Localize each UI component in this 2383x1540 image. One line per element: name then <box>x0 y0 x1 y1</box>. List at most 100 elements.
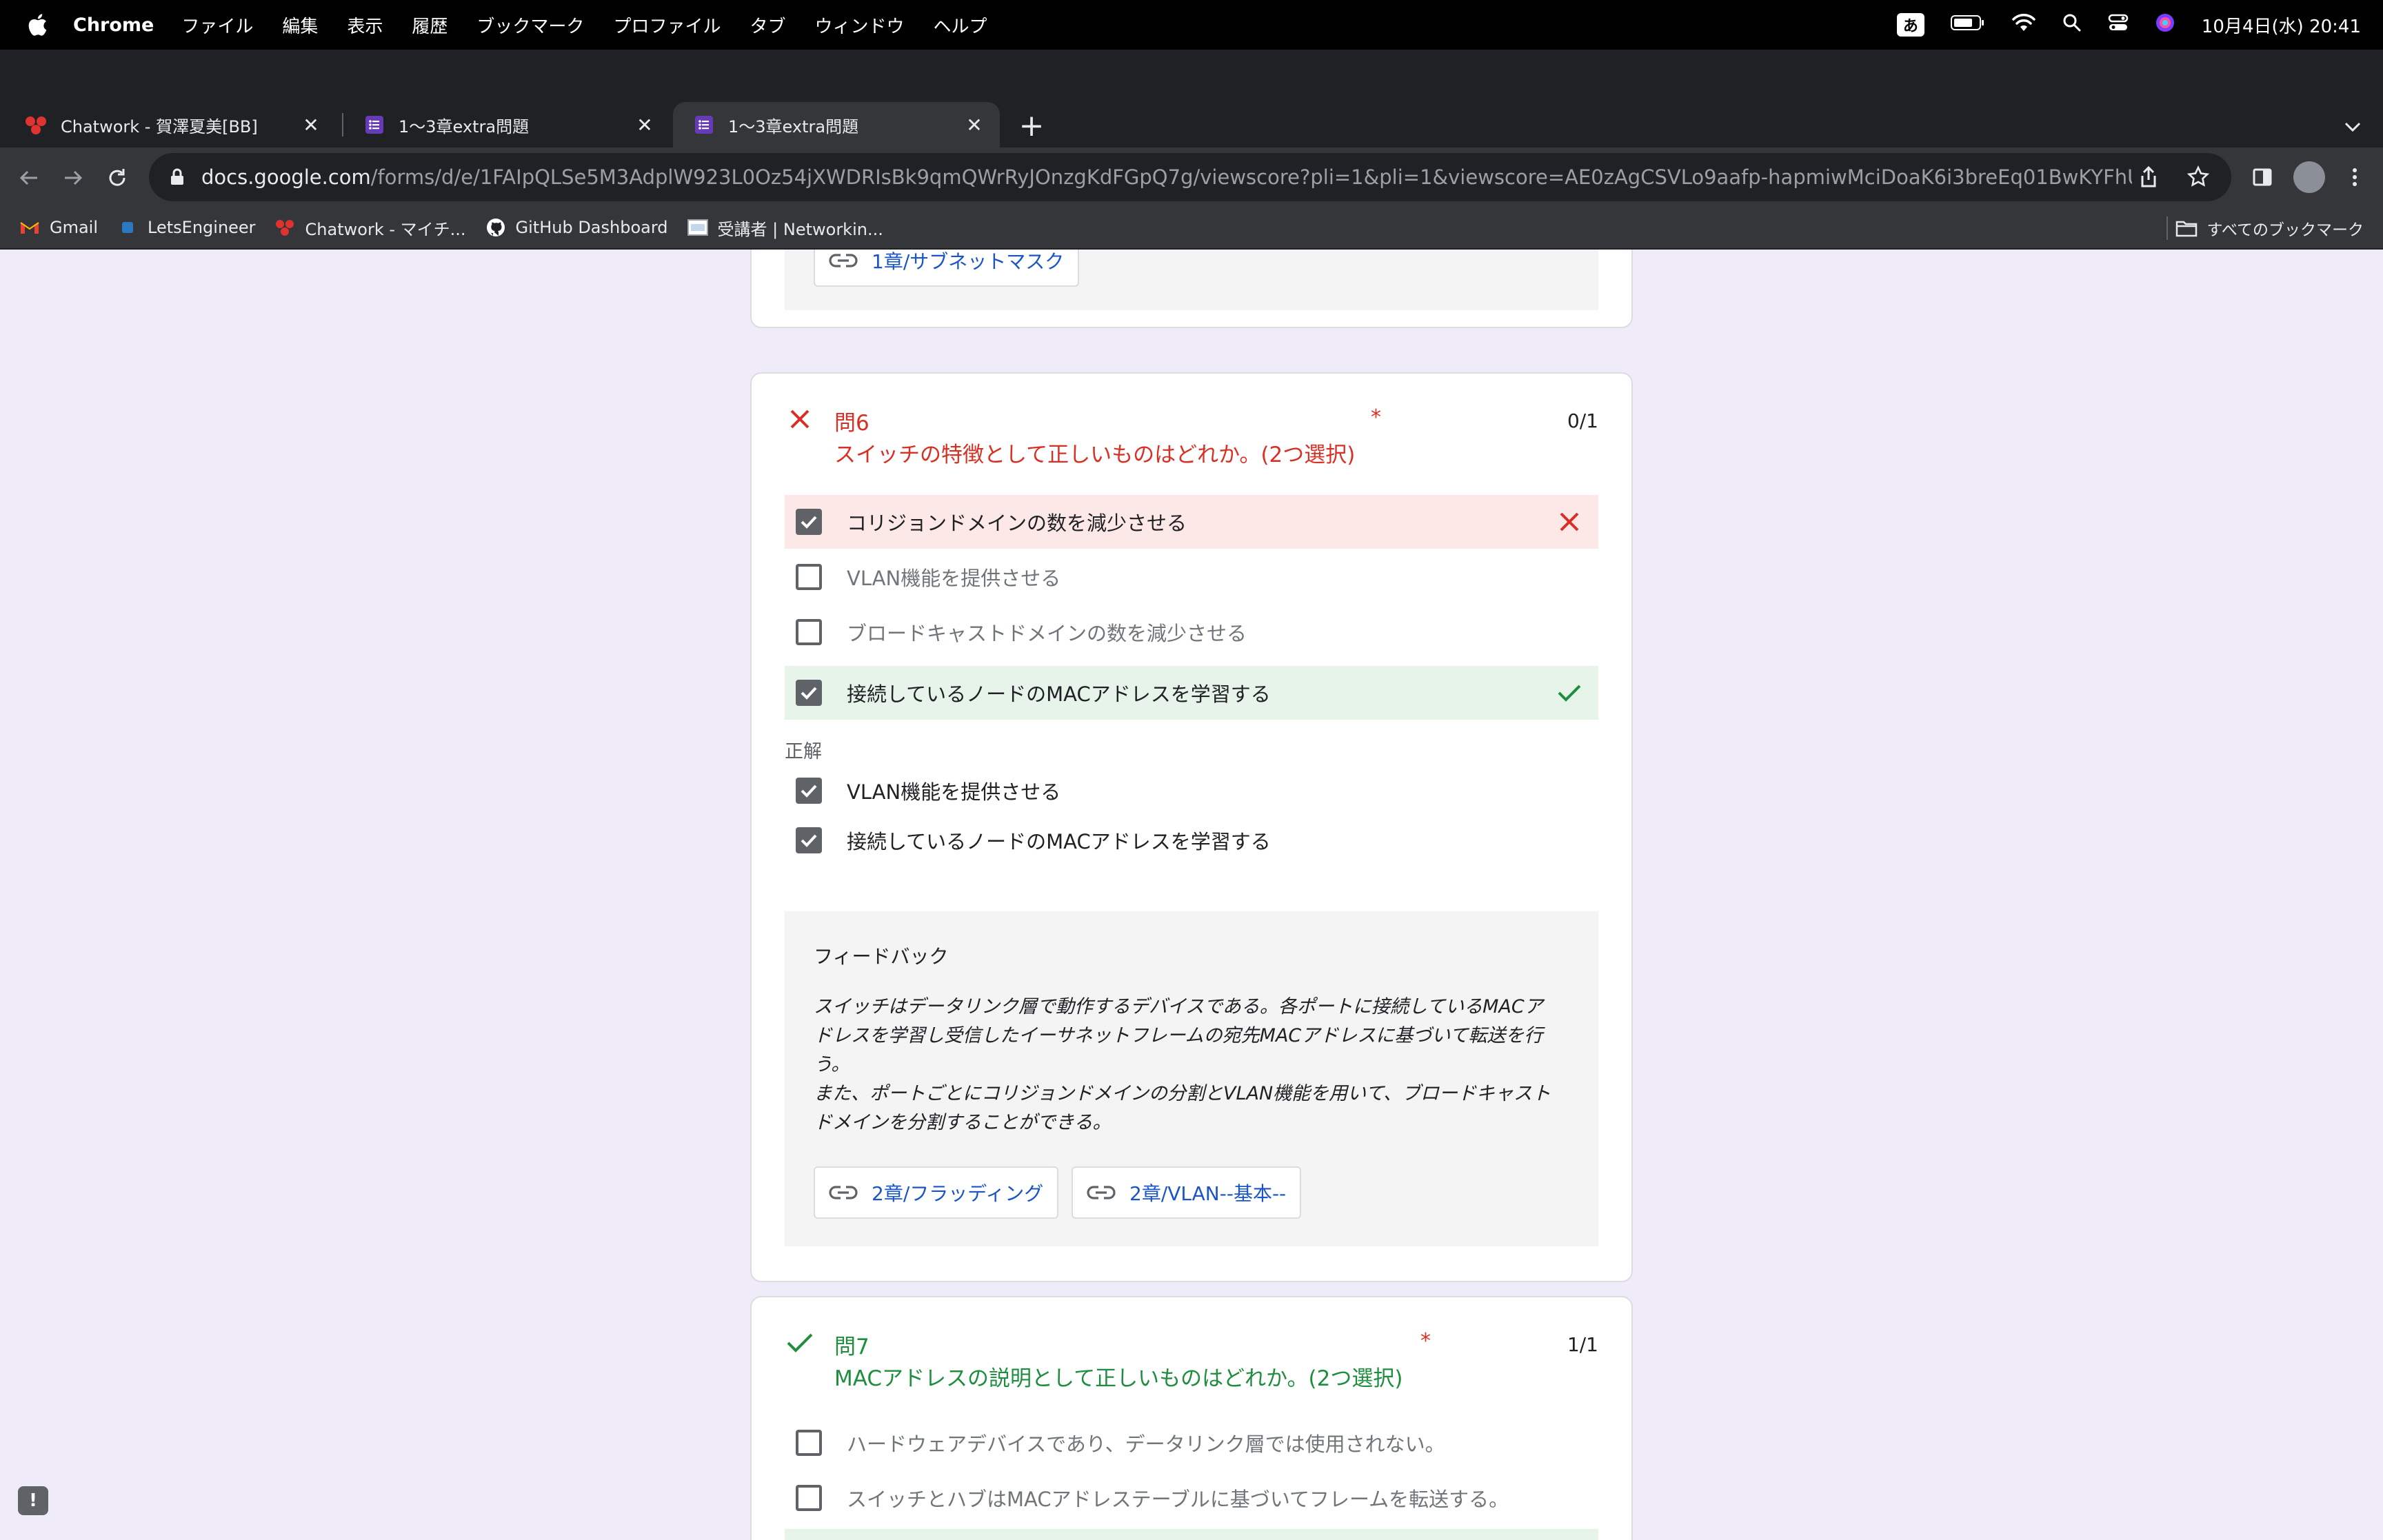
bookmarks-bar: Gmail LetsEngineer Chatwork - マイチ... Git… <box>0 207 2383 250</box>
close-icon[interactable]: ✕ <box>963 113 986 136</box>
bookmark-label: Gmail <box>50 218 99 237</box>
tab-forms-1[interactable]: 1〜3章extra問題 ✕ <box>343 102 670 148</box>
report-problem-icon[interactable]: ! <box>18 1486 48 1515</box>
checkbox-unchecked[interactable] <box>796 1485 822 1511</box>
bookmark-github[interactable]: GitHub Dashboard <box>485 217 668 238</box>
folder-icon <box>2175 219 2198 237</box>
wifi-icon[interactable] <box>2011 13 2036 37</box>
close-icon[interactable]: ✕ <box>299 113 323 136</box>
checkbox-checked <box>796 778 822 804</box>
feedback-link-chip[interactable]: 2章/VLAN--基本-- <box>1072 1166 1302 1219</box>
github-icon <box>485 217 506 238</box>
checkbox-unchecked[interactable] <box>796 1430 822 1456</box>
option-row[interactable]: ハードウェアデバイスであり、データリンク層では使用されない。 <box>785 1416 1598 1470</box>
google-forms-icon <box>363 113 386 136</box>
battery-icon[interactable] <box>1950 14 1985 36</box>
option-row[interactable]: ブロードキャストドメインの数を減少させる <box>785 605 1598 659</box>
link-label: 1章/サブネットマスク <box>872 250 1065 273</box>
menu-profile[interactable]: プロファイル <box>613 12 721 38</box>
bookmark-networking[interactable]: 受講者 | Networkin... <box>687 216 883 240</box>
question-score: 0/1 <box>1567 409 1598 432</box>
question-score: 1/1 <box>1567 1333 1598 1356</box>
menu-window[interactable]: ウィンドウ <box>814 12 904 38</box>
correct-answer-label: VLAN機能を提供させる <box>847 780 1061 804</box>
correct-answer-label: 接続しているノードのMACアドレスを学習する <box>847 830 1271 853</box>
address-bar[interactable]: docs.google.com/forms/d/e/1FAIpQLSe5M3Ad… <box>149 153 2231 201</box>
reload-icon[interactable] <box>102 163 132 193</box>
option-label: 接続しているノードのMACアドレスを学習する <box>847 682 1271 706</box>
bookmark-letsengineer[interactable]: LetsEngineer <box>117 217 256 238</box>
link-label: 2章/フラッディング <box>872 1182 1044 1205</box>
all-bookmarks[interactable]: すべてのブックマーク <box>2175 216 2364 240</box>
lock-icon[interactable] <box>167 167 188 188</box>
feedback-link-chip[interactable]: 2章/フラッディング <box>814 1166 1059 1219</box>
menu-tab[interactable]: タブ <box>750 12 785 38</box>
chatwork-icon <box>275 217 296 238</box>
feedback-box: 1章/サブネットマスク <box>785 250 1598 310</box>
input-method-badge[interactable]: あ <box>1896 13 1924 37</box>
correct-answer-heading: 正解 <box>785 741 822 762</box>
close-icon[interactable]: ✕ <box>633 113 656 136</box>
tab-title: 1〜3章extra問題 <box>728 116 859 136</box>
spotlight-search-icon[interactable] <box>2062 13 2082 37</box>
share-icon[interactable] <box>2139 165 2158 192</box>
feedback-line: スイッチはデータリンク層で動作するデバイスである。各ポートに接続しているMACア <box>814 996 1543 1017</box>
bookmarks-divider <box>2166 216 2168 240</box>
option-row[interactable]: スイッチとハブはMACアドレステーブルに基づいてフレームを転送する。 <box>785 1471 1598 1525</box>
checkbox-unchecked[interactable] <box>796 619 822 645</box>
link-icon <box>829 250 859 271</box>
question-number: 問7 <box>834 1335 869 1359</box>
browser-toolbar: docs.google.com/forms/d/e/1FAIpQLSe5M3Ad… <box>0 148 2383 207</box>
menu-history[interactable]: 履歴 <box>412 12 448 38</box>
feedback-line: う。 <box>814 1054 850 1075</box>
forms-page: 1章/サブネットマスク 問6 * 0/1 スイッチの特徴として正しいものはどれか… <box>0 250 2383 1540</box>
more-vertical-icon[interactable] <box>2339 161 2371 193</box>
option-label: ハードウェアデバイスであり、データリンク層では使用されない。 <box>847 1432 1445 1456</box>
option-label: スイッチとハブはMACアドレステーブルに基づいてフレームを転送する。 <box>847 1488 1509 1511</box>
bookmark-gmail[interactable]: Gmail <box>19 217 98 238</box>
checkbox-unchecked[interactable] <box>796 564 822 590</box>
feedback-box: フィードバック スイッチはデータリンク層で動作するデバイスである。各ポートに接続… <box>785 911 1598 1246</box>
siri-icon[interactable] <box>2155 12 2175 38</box>
tab-strip: Chatwork - 賀澤夏美[BB] ✕ 1〜3章extra問題 ✕ 1〜3章… <box>0 50 2383 148</box>
feedback-link-chip[interactable]: 1章/サブネットマスク <box>814 250 1080 287</box>
option-label: ブロードキャストドメインの数を減少させる <box>847 622 1247 645</box>
correct-check-icon <box>1556 679 1583 707</box>
macos-menubar: Chrome ファイル 編集 表示 履歴 ブックマーク プロファイル タブ ウィ… <box>0 0 2383 50</box>
app-name[interactable]: Chrome <box>73 14 154 36</box>
google-forms-icon <box>692 113 716 136</box>
link-label: 2章/VLAN--基本-- <box>1129 1182 1287 1205</box>
tab-chatwork[interactable]: Chatwork - 賀澤夏美[BB] ✕ <box>6 102 336 148</box>
tab-title: 1〜3章extra問題 <box>399 116 530 136</box>
menu-file[interactable]: ファイル <box>181 12 253 38</box>
option-row-wrong[interactable]: コリジョンドメインの数を減少させる <box>785 495 1598 549</box>
tab-forms-active[interactable]: 1〜3章extra問題 ✕ <box>673 102 1000 148</box>
control-center-icon[interactable] <box>2108 13 2129 37</box>
option-row-correct[interactable] <box>785 1529 1598 1540</box>
profile-avatar[interactable] <box>2293 161 2325 193</box>
back-arrow-icon[interactable] <box>14 163 44 193</box>
side-panel-icon[interactable] <box>2246 161 2278 193</box>
clock[interactable]: 10月4日(水) 20:41 <box>2202 12 2361 38</box>
bookmark-chatwork[interactable]: Chatwork - マイチ... <box>275 216 466 240</box>
menu-edit[interactable]: 編集 <box>282 12 318 38</box>
apple-icon[interactable] <box>25 12 50 37</box>
new-tab-button[interactable]: + <box>1015 108 1048 143</box>
bookmark-star-icon[interactable] <box>2186 165 2210 192</box>
menu-bookmarks[interactable]: ブックマーク <box>476 12 584 38</box>
checkbox-checked[interactable] <box>796 509 822 535</box>
forward-arrow-icon[interactable] <box>58 163 88 193</box>
menu-view[interactable]: 表示 <box>347 12 383 38</box>
option-row-correct[interactable]: 接続しているノードのMACアドレスを学習する <box>785 666 1598 720</box>
feedback-line: ドメインを分割することができる。 <box>814 1112 1112 1133</box>
checkbox-checked <box>796 827 822 853</box>
incorrect-x-icon <box>1556 508 1583 536</box>
checkbox-checked[interactable] <box>796 680 822 706</box>
question-number: 問6 <box>834 411 869 436</box>
tab-search-chevron-icon[interactable] <box>2339 113 2366 141</box>
url-text[interactable]: docs.google.com/forms/d/e/1FAIpQLSe5M3Ad… <box>201 165 2132 189</box>
menu-help[interactable]: ヘルプ <box>933 12 987 38</box>
option-row[interactable]: VLAN機能を提供させる <box>785 550 1598 604</box>
correct-answer-row: VLAN機能を提供させる <box>785 764 1598 818</box>
bookmark-label: GitHub Dashboard <box>515 218 668 237</box>
